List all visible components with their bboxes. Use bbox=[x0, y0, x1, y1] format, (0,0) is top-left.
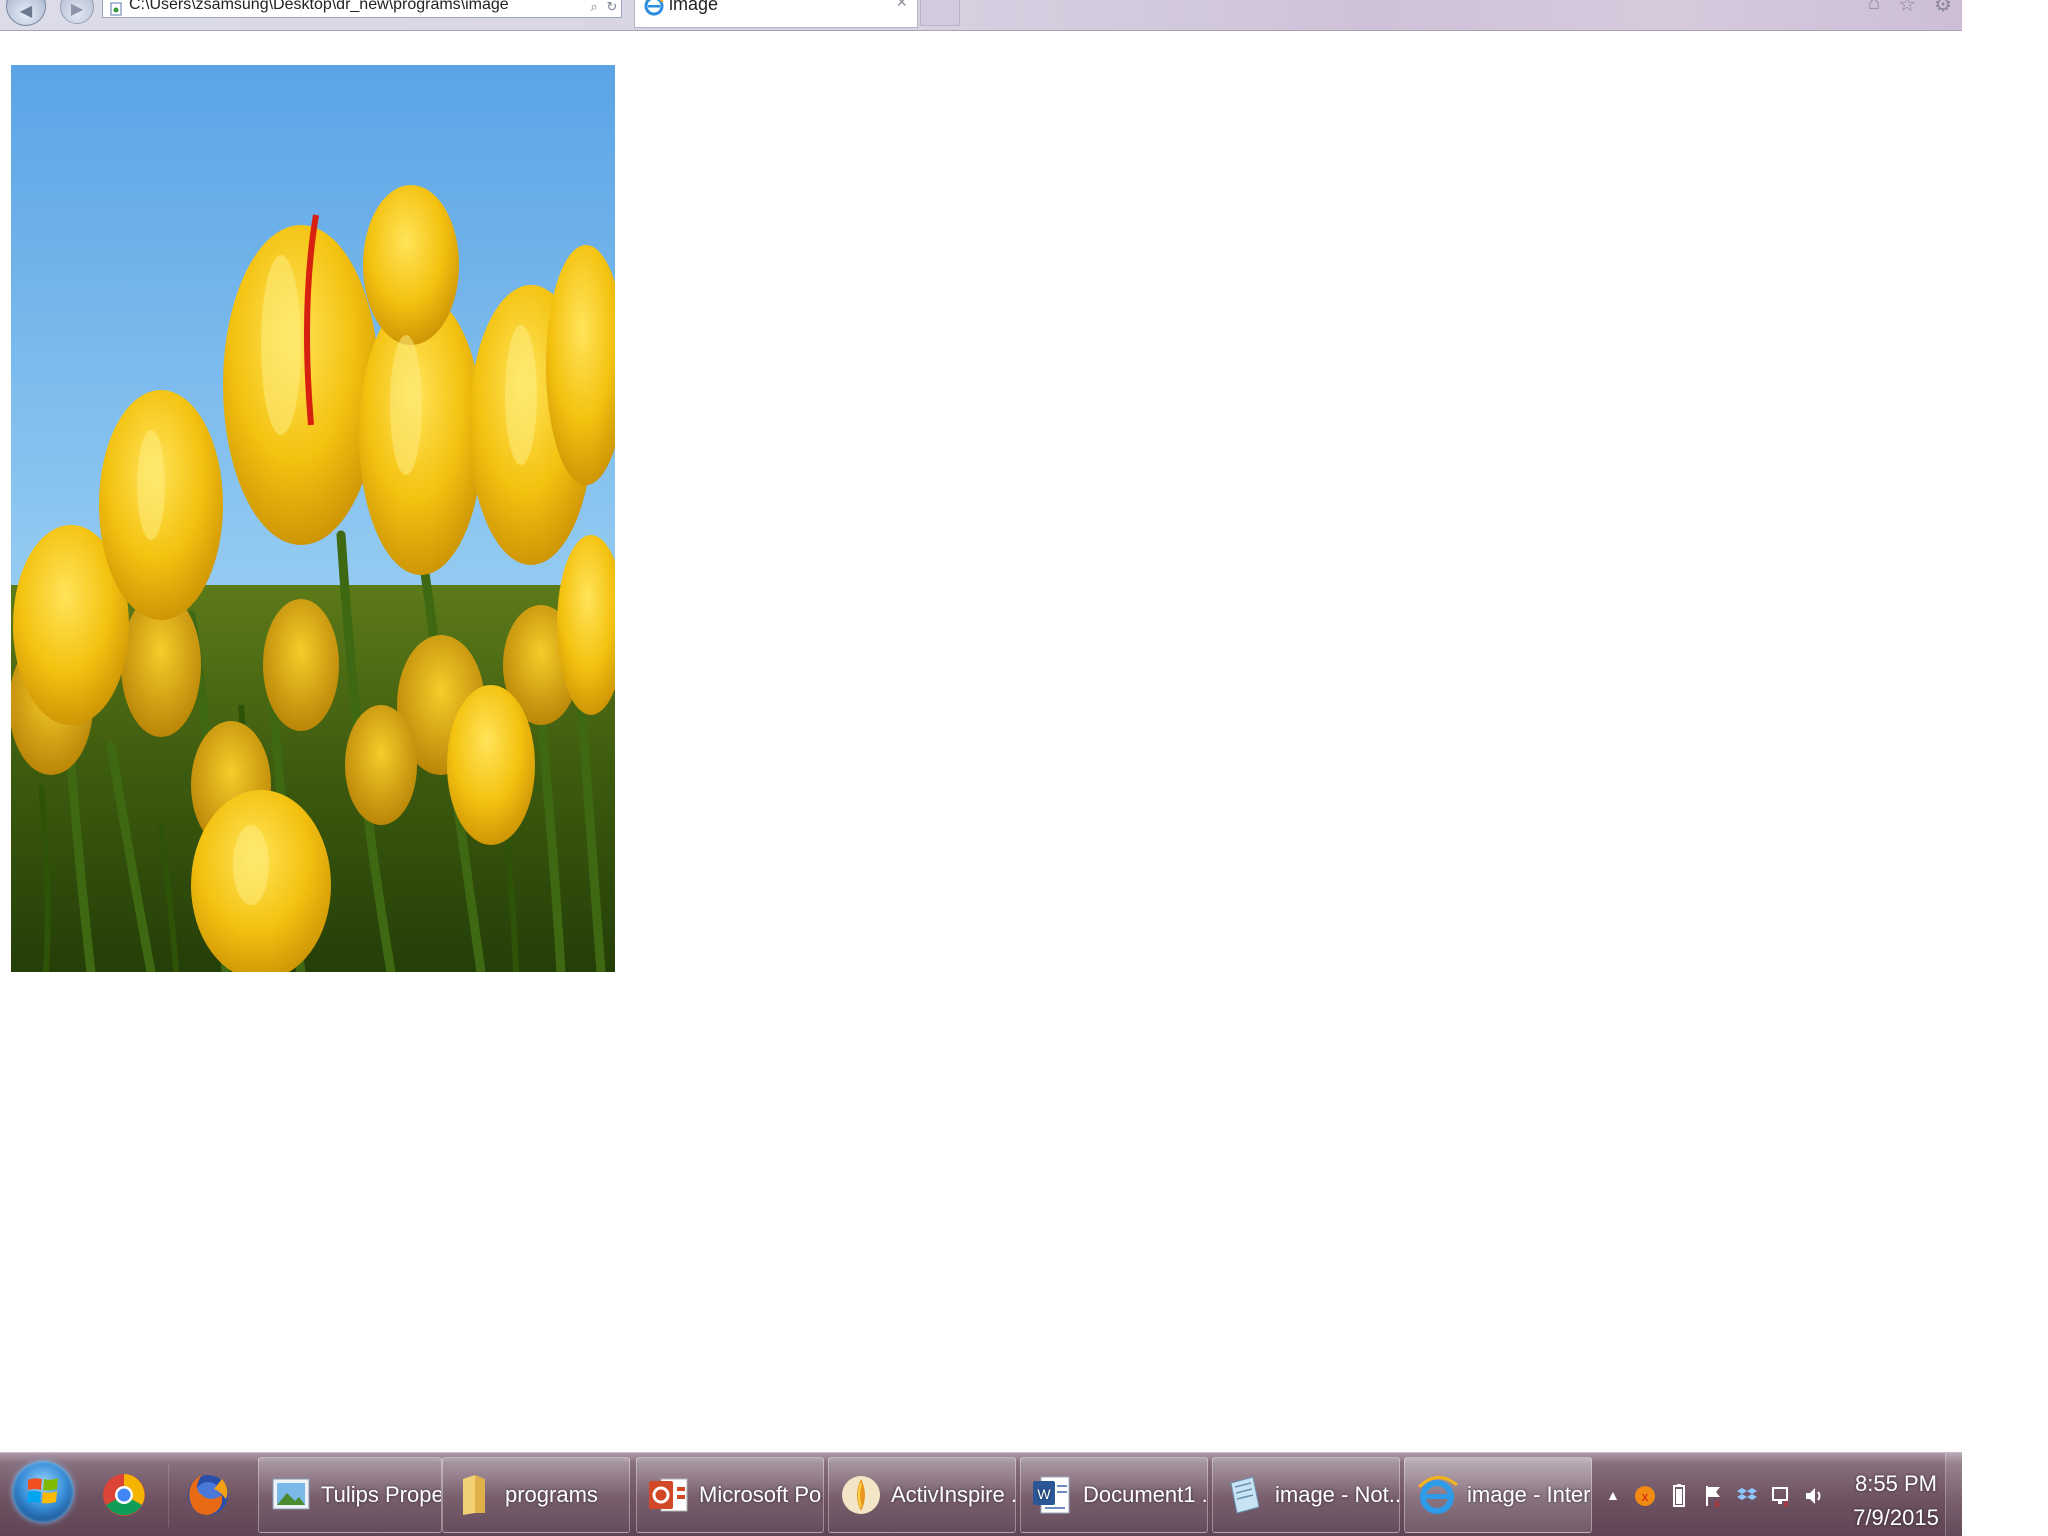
taskbar-item-internet-explorer[interactable]: image - Inter... bbox=[1404, 1457, 1592, 1533]
home-icon[interactable]: ⌂ bbox=[1868, 0, 1880, 17]
clock[interactable]: 8:55 PM 7/9/2015 bbox=[1846, 1467, 1946, 1535]
taskbar-item-label: ActivInspire ... bbox=[891, 1482, 1015, 1507]
activinspire-icon bbox=[842, 1476, 880, 1514]
taskbar-item-tulips-properties[interactable]: Tulips Prope... bbox=[258, 1457, 442, 1533]
close-tab-icon[interactable]: × bbox=[896, 0, 907, 13]
svg-text:x: x bbox=[1642, 1489, 1649, 1504]
tab-title: image bbox=[669, 0, 719, 14]
folder-icon bbox=[463, 1475, 485, 1515]
start-button[interactable] bbox=[12, 1461, 74, 1523]
network-icon[interactable]: x bbox=[1770, 1483, 1792, 1509]
taskbar-item-programs[interactable]: programs bbox=[442, 1457, 630, 1533]
clock-time: 8:55 PM bbox=[1855, 1471, 1937, 1496]
tab-image[interactable]: image × bbox=[634, 0, 918, 28]
tulip-photo bbox=[11, 65, 615, 972]
firefox-icon[interactable] bbox=[178, 1465, 238, 1525]
forward-button[interactable]: ▶ bbox=[60, 0, 94, 24]
taskbar-item-label: image - Inter... bbox=[1467, 1482, 1591, 1507]
clock-date: 7/9/2015 bbox=[1853, 1505, 1939, 1530]
svg-text:x: x bbox=[1783, 1498, 1789, 1509]
screen: ◀ ▶ C:\Users\zsamsung\Desktop\dr_new\pro… bbox=[0, 0, 2048, 1536]
favorites-star-icon[interactable]: ☆ bbox=[1898, 0, 1916, 17]
windows-logo-icon bbox=[27, 1478, 58, 1504]
taskbar-item-label: Microsoft Po... bbox=[699, 1482, 823, 1507]
address-bar[interactable]: C:\Users\zsamsung\Desktop\dr_new\program… bbox=[102, 0, 622, 18]
taskbar-item-document1[interactable]: W Document1 ... bbox=[1020, 1457, 1208, 1533]
word-icon: W bbox=[1033, 1476, 1070, 1514]
gear-icon[interactable]: ⚙ bbox=[1934, 0, 1952, 17]
system-tray: ▲ x x x 8:55 PM 7/9/2015 bbox=[1600, 1453, 1962, 1536]
taskbar: Tulips Prope... programs Microsoft Po... bbox=[0, 1452, 1962, 1536]
taskbar-item-notepad[interactable]: image - Not... bbox=[1212, 1457, 1400, 1533]
powerpoint-icon bbox=[649, 1478, 688, 1512]
taskbar-item-label: programs bbox=[505, 1482, 598, 1507]
forward-arrow-icon: ▶ bbox=[70, 1, 84, 18]
image-properties-icon bbox=[272, 1478, 310, 1510]
show-hidden-icons-icon[interactable]: ▲ bbox=[1606, 1487, 1620, 1503]
page-icon bbox=[110, 2, 122, 15]
antivirus-icon[interactable]: x bbox=[1634, 1483, 1656, 1509]
show-desktop-button[interactable] bbox=[1945, 1453, 1962, 1536]
taskbar-item-label: Tulips Prope... bbox=[321, 1482, 441, 1507]
volume-icon[interactable] bbox=[1804, 1483, 1826, 1509]
taskbar-item-label: Document1 ... bbox=[1083, 1482, 1207, 1507]
back-button[interactable]: ◀ bbox=[6, 0, 46, 26]
internet-explorer-icon bbox=[1417, 1476, 1458, 1514]
taskbar-item-activinspire[interactable]: ActivInspire ... bbox=[828, 1457, 1016, 1533]
internet-explorer-icon bbox=[644, 0, 664, 16]
search-icon[interactable]: ⌕ bbox=[585, 0, 603, 17]
notepad-icon bbox=[1230, 1476, 1260, 1514]
address-text: C:\Users\zsamsung\Desktop\dr_new\program… bbox=[129, 0, 509, 13]
taskbar-separator bbox=[168, 1463, 169, 1527]
taskbar-item-label: image - Not... bbox=[1275, 1482, 1399, 1507]
screen-margin bbox=[1962, 0, 2048, 1536]
chrome-icon[interactable] bbox=[94, 1465, 154, 1525]
dropbox-icon[interactable] bbox=[1736, 1483, 1758, 1509]
browser-toolbar: ◀ ▶ C:\Users\zsamsung\Desktop\dr_new\pro… bbox=[0, 0, 1962, 31]
taskbar-item-powerpoint[interactable]: Microsoft Po... bbox=[636, 1457, 824, 1533]
svg-text:x: x bbox=[1714, 1498, 1720, 1509]
back-arrow-icon: ◀ bbox=[19, 3, 33, 20]
new-tab-button[interactable] bbox=[920, 0, 960, 26]
action-center-flag-icon[interactable]: x bbox=[1702, 1483, 1724, 1509]
battery-icon[interactable] bbox=[1668, 1483, 1690, 1509]
browser-command-icons: ⌂ ☆ ⚙ bbox=[1868, 0, 1952, 17]
refresh-icon[interactable]: ↻ bbox=[603, 0, 621, 17]
svg-text:W: W bbox=[1037, 1486, 1051, 1502]
